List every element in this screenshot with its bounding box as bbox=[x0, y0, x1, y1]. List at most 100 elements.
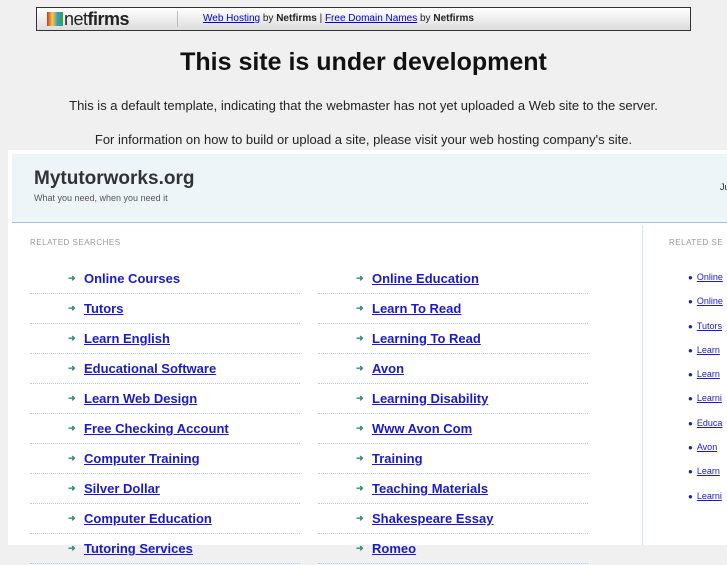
list-item: ➜ Online Education bbox=[318, 265, 588, 294]
side-list-item: ● Avon bbox=[688, 442, 723, 466]
by-text: by bbox=[420, 13, 431, 24]
bullet-icon: ● bbox=[688, 394, 693, 404]
side-list-item: ● Learn bbox=[688, 466, 723, 490]
list-item: ➜ Online Courses bbox=[30, 265, 300, 294]
pipe: | bbox=[319, 13, 323, 24]
arrow-icon: ➜ bbox=[68, 333, 76, 343]
arrow-icon: ➜ bbox=[356, 423, 364, 433]
list-item: ➜ Shakespeare Essay bbox=[318, 505, 588, 534]
list-item: ➜ Learn English bbox=[30, 325, 300, 354]
bullet-icon: ● bbox=[688, 321, 693, 331]
search-link[interactable]: Learn English bbox=[84, 331, 170, 346]
list-item: ➜ Learning To Read bbox=[318, 325, 588, 354]
search-link[interactable]: Teaching Materials bbox=[372, 481, 488, 496]
arrow-icon: ➜ bbox=[356, 303, 364, 313]
info-text: This is a default template, indicating t… bbox=[69, 98, 658, 113]
side-related-label: RELATED SE bbox=[669, 238, 724, 247]
list-item: ➜ Avon bbox=[318, 355, 588, 384]
search-link[interactable]: Learning To Read bbox=[372, 331, 481, 346]
brand-text: Netfirms bbox=[276, 13, 317, 24]
site-name[interactable]: Mytutorworks.org bbox=[34, 168, 194, 190]
brand-text: Netfirms bbox=[433, 13, 474, 24]
side-search-link[interactable]: Learn bbox=[697, 345, 720, 355]
side-list-item: ● Educa bbox=[688, 418, 723, 442]
divider bbox=[177, 11, 178, 27]
search-link[interactable]: Silver Dollar bbox=[84, 481, 160, 496]
arrow-icon: ➜ bbox=[68, 513, 76, 523]
search-link[interactable]: Computer Education bbox=[84, 511, 212, 526]
side-list-item: ● Online bbox=[688, 296, 723, 320]
list-item: ➜ Training bbox=[318, 445, 588, 474]
list-item: ➜ Computer Training bbox=[30, 445, 300, 474]
list-item: ➜ Learn Web Design bbox=[30, 385, 300, 414]
free-domain-link[interactable]: Free Domain Names bbox=[325, 13, 417, 24]
search-link[interactable]: Free Checking Account bbox=[84, 421, 229, 436]
search-link[interactable]: Computer Training bbox=[84, 451, 200, 466]
search-link[interactable]: Learn Web Design bbox=[84, 391, 197, 406]
by-text: by bbox=[262, 13, 274, 24]
netfirms-logo[interactable]: netfirms bbox=[47, 9, 130, 30]
search-link[interactable]: Www Avon Com bbox=[372, 421, 472, 436]
side-list-item: ● Learn bbox=[688, 369, 723, 393]
list-item: ➜ Tutoring Services bbox=[30, 535, 300, 564]
arrow-icon: ➜ bbox=[68, 273, 76, 283]
list-item: ➜ Teaching Materials bbox=[318, 475, 588, 504]
side-search-link[interactable]: Online bbox=[697, 272, 723, 282]
search-link[interactable]: Online Education bbox=[372, 271, 479, 286]
search-link[interactable]: Training bbox=[372, 451, 423, 466]
bullet-icon: ● bbox=[688, 491, 693, 501]
arrow-icon: ➜ bbox=[356, 333, 364, 343]
search-link[interactable]: Tutoring Services bbox=[84, 541, 193, 556]
side-search-link[interactable]: Tutors bbox=[697, 321, 722, 331]
side-list-item: ● Tutors bbox=[688, 321, 723, 345]
header-right-text: Ju bbox=[720, 182, 727, 192]
arrow-icon: ➜ bbox=[356, 273, 364, 283]
list-item: ➜ Romeo bbox=[318, 535, 588, 564]
arrow-icon: ➜ bbox=[68, 303, 76, 313]
search-link[interactable]: Romeo bbox=[372, 541, 416, 556]
related-searches-label: RELATED SEARCHES bbox=[30, 238, 121, 247]
arrow-icon: ➜ bbox=[356, 513, 364, 523]
search-link[interactable]: Learning Disability bbox=[372, 391, 488, 406]
list-item: ➜ Computer Education bbox=[30, 505, 300, 534]
search-link[interactable]: Avon bbox=[372, 361, 404, 376]
arrow-icon: ➜ bbox=[68, 363, 76, 373]
search-link[interactable]: Educational Software bbox=[84, 361, 216, 376]
side-search-link[interactable]: Learni bbox=[697, 491, 722, 501]
list-item: ➜ Tutors bbox=[30, 295, 300, 324]
side-search-link[interactable]: Avon bbox=[697, 442, 717, 452]
arrow-icon: ➜ bbox=[356, 363, 364, 373]
list-item: ➜ Www Avon Com bbox=[318, 415, 588, 444]
results-column-1: ➜ Online Courses ➜ Tutors ➜ Learn English ➜ Edu… bbox=[30, 265, 300, 565]
side-search-link[interactable]: Online bbox=[697, 296, 723, 306]
bullet-icon: ● bbox=[688, 297, 693, 307]
search-link[interactable]: Tutors bbox=[84, 301, 123, 316]
search-link[interactable]: Shakespeare Essay bbox=[372, 511, 493, 526]
list-item: ➜ Learning Disability bbox=[318, 385, 588, 414]
search-link[interactable]: Online Courses bbox=[84, 271, 180, 286]
results-column-2: ➜ Online Education ➜ Learn To Read ➜ Learning… bbox=[318, 265, 588, 565]
arrow-icon: ➜ bbox=[68, 483, 76, 493]
parked-page-frame: Mytutorworks.org What you need, when you… bbox=[8, 150, 727, 564]
side-search-link[interactable]: Learni bbox=[697, 393, 722, 403]
page-title: This site is under development bbox=[180, 48, 547, 76]
bullet-icon: ● bbox=[688, 467, 693, 477]
arrow-icon: ➜ bbox=[356, 393, 364, 403]
list-item: ➜ Educational Software bbox=[30, 355, 300, 384]
side-search-link[interactable]: Educa bbox=[697, 418, 723, 428]
bullet-icon: ● bbox=[688, 273, 693, 282]
arrow-icon: ➜ bbox=[68, 423, 76, 433]
side-list-item: ● Online bbox=[688, 272, 723, 296]
site-header: Mytutorworks.org What you need, when you… bbox=[12, 154, 727, 223]
side-list-item: ● Learn bbox=[688, 345, 723, 369]
list-item: ➜ Silver Dollar bbox=[30, 475, 300, 504]
arrow-icon: ➜ bbox=[68, 453, 76, 463]
search-link[interactable]: Learn To Read bbox=[372, 301, 461, 316]
side-results: ● Online ● Online ● Tutors ● Learn ● Learn ● Learni… bbox=[688, 272, 723, 515]
list-item: ➜ Learn To Read bbox=[318, 295, 588, 324]
side-search-link[interactable]: Learn bbox=[697, 369, 720, 379]
side-search-link[interactable]: Learn bbox=[697, 466, 720, 476]
web-hosting-link[interactable]: Web Hosting bbox=[203, 13, 260, 24]
list-item: ➜ Free Checking Account bbox=[30, 415, 300, 444]
bullet-icon: ● bbox=[688, 345, 693, 355]
